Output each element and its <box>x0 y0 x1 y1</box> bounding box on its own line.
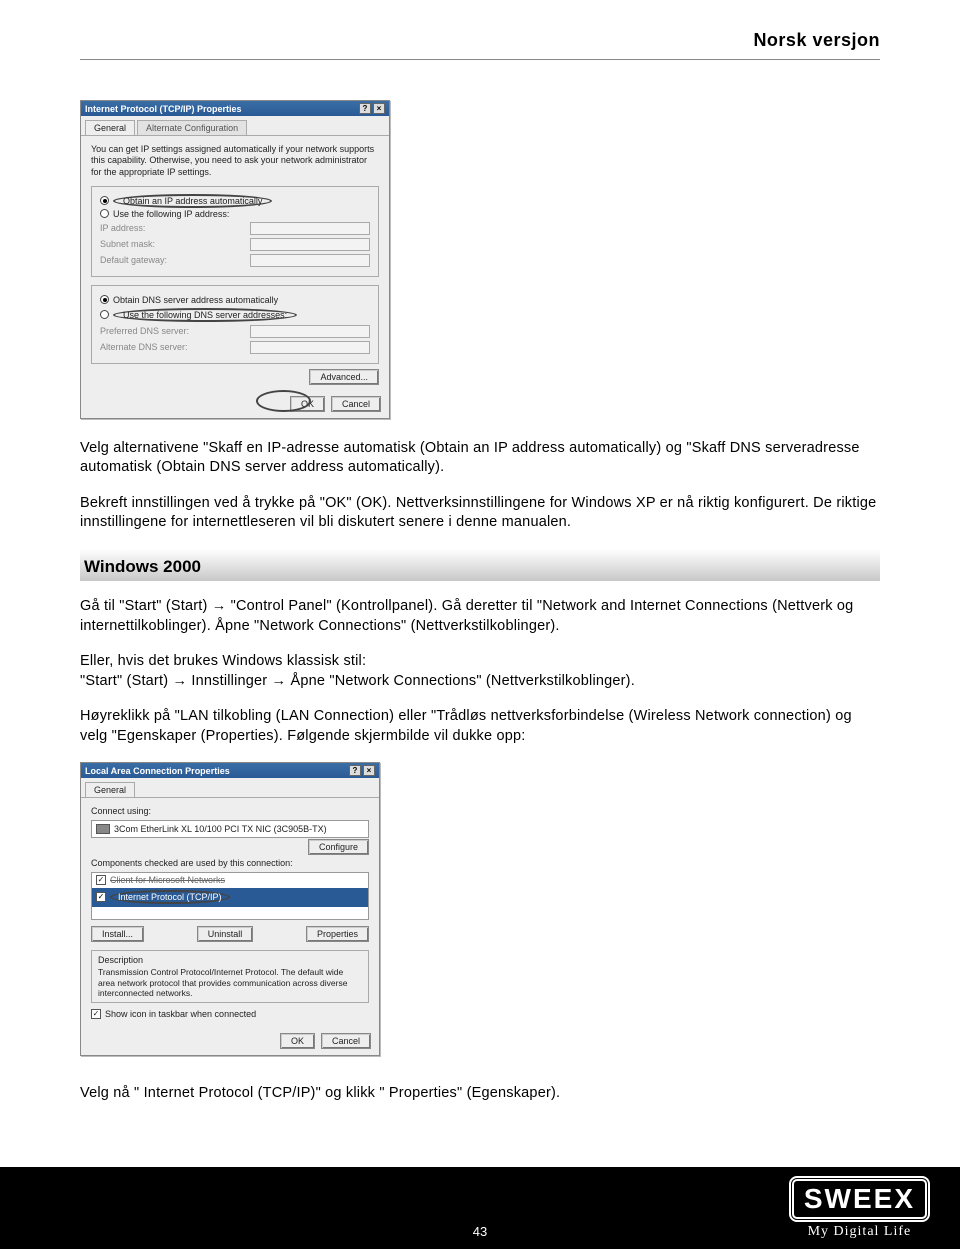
radio-icon <box>100 196 109 205</box>
checkbox-icon[interactable]: ✓ <box>96 892 106 902</box>
tcpip-properties-dialog: Internet Protocol (TCP/IP) Properties ? … <box>80 100 390 419</box>
gateway-input <box>250 254 370 267</box>
uninstall-button[interactable]: Uninstall <box>197 926 254 942</box>
alt-dns-input <box>250 341 370 354</box>
pref-dns-input <box>250 325 370 338</box>
advanced-button[interactable]: Advanced... <box>309 369 379 385</box>
properties-button[interactable]: Properties <box>306 926 369 942</box>
page-header: Norsk versjon <box>80 30 880 51</box>
page-footer: SWEEX My Digital Life 43 <box>0 1167 960 1249</box>
tabs: General <box>81 778 379 798</box>
radio-use-ip[interactable]: Use the following IP address: <box>100 209 370 219</box>
logo-main: SWEEX <box>789 1176 930 1222</box>
help-icon[interactable]: ? <box>359 103 371 114</box>
list-item-label: Client for Microsoft Networks <box>110 875 225 885</box>
radio-obtain-ip[interactable]: Obtain an IP address automatically <box>100 196 370 206</box>
install-button[interactable]: Install... <box>91 926 144 942</box>
tab-alternate[interactable]: Alternate Configuration <box>137 120 247 135</box>
close-icon[interactable]: × <box>373 103 385 114</box>
checkbox-icon[interactable]: ✓ <box>91 1009 101 1019</box>
help-icon[interactable]: ? <box>349 765 361 776</box>
nic-icon <box>96 824 110 834</box>
paragraph-2: Bekreft innstillingen ved å trykke på "O… <box>80 494 880 533</box>
nic-name: 3Com EtherLink XL 10/100 PCI TX NIC (3C9… <box>114 824 327 834</box>
header-rule <box>80 59 880 60</box>
paragraph-5: Høyreklikk på "LAN tilkobling (LAN Conne… <box>80 707 880 746</box>
tab-general[interactable]: General <box>85 120 135 135</box>
intro-text: You can get IP settings assigned automat… <box>91 144 379 178</box>
description-head: Description <box>98 955 362 965</box>
show-icon-checkbox[interactable]: ✓ Show icon in taskbar when connected <box>91 1009 369 1019</box>
components-listbox[interactable]: ✓ Client for Microsoft Networks ✓ Intern… <box>91 872 369 920</box>
circled-option: Obtain an IP address automatically <box>113 194 272 208</box>
paragraph-3: Gå til "Start" (Start) → "Control Panel"… <box>80 597 880 636</box>
lan-properties-dialog: Local Area Connection Properties ? × Gen… <box>80 762 380 1056</box>
circled-tcpip: Internet Protocol (TCP/IP) <box>110 890 230 904</box>
list-item[interactable]: ✓ Client for Microsoft Networks <box>92 873 368 888</box>
radio-icon <box>100 310 109 319</box>
paragraph-6: Velg nå " Internet Protocol (TCP/IP)" og… <box>80 1084 880 1104</box>
page-number: 43 <box>0 1224 960 1239</box>
tab-general[interactable]: General <box>85 782 135 797</box>
subnet-label: Subnet mask: <box>100 239 155 249</box>
ok-button[interactable]: OK <box>290 396 325 412</box>
list-item-tcpip[interactable]: ✓ Internet Protocol (TCP/IP) <box>92 888 368 907</box>
dialog-button-row: OK Cancel <box>81 1027 379 1055</box>
radio-icon <box>100 295 109 304</box>
cancel-button[interactable]: Cancel <box>331 396 381 412</box>
subnet-input <box>250 238 370 251</box>
dialog-title: Internet Protocol (TCP/IP) Properties <box>85 104 242 114</box>
configure-button[interactable]: Configure <box>308 839 369 855</box>
tabs: General Alternate Configuration <box>81 116 389 136</box>
checkbox-icon[interactable]: ✓ <box>96 875 106 885</box>
radio-use-dns[interactable]: Use the following DNS server addresses: <box>100 308 370 322</box>
dns-group: Obtain DNS server address automatically … <box>91 285 379 364</box>
cancel-button[interactable]: Cancel <box>321 1033 371 1049</box>
pref-dns-label: Preferred DNS server: <box>100 326 189 336</box>
paragraph-4: Eller, hvis det brukes Windows klassisk … <box>80 652 880 691</box>
gateway-label: Default gateway: <box>100 255 167 265</box>
dialog-titlebar: Local Area Connection Properties ? × <box>81 763 379 778</box>
radio-icon <box>100 209 109 218</box>
description-text: Transmission Control Protocol/Internet P… <box>98 967 362 998</box>
section-heading-win2000: Windows 2000 <box>80 549 880 581</box>
radio-obtain-dns[interactable]: Obtain DNS server address automatically <box>100 295 370 305</box>
paragraph-1: Velg alternativene "Skaff en IP-adresse … <box>80 439 880 478</box>
ip-address-input <box>250 222 370 235</box>
ip-group: Obtain an IP address automatically Use t… <box>91 186 379 277</box>
nic-box: 3Com EtherLink XL 10/100 PCI TX NIC (3C9… <box>91 820 369 838</box>
components-label: Components checked are used by this conn… <box>91 858 369 868</box>
ip-address-label: IP address: <box>100 223 145 233</box>
alt-dns-label: Alternate DNS server: <box>100 342 188 352</box>
ok-button[interactable]: OK <box>280 1033 315 1049</box>
show-icon-label: Show icon in taskbar when connected <box>105 1009 256 1019</box>
description-group: Description Transmission Control Protoco… <box>91 950 369 1003</box>
connect-using-label: Connect using: <box>91 806 369 816</box>
close-icon[interactable]: × <box>363 765 375 776</box>
dialog-button-row: OK Cancel <box>81 390 389 418</box>
dialog-title: Local Area Connection Properties <box>85 766 230 776</box>
dialog-titlebar: Internet Protocol (TCP/IP) Properties ? … <box>81 101 389 116</box>
circled-option-dns: Use the following DNS server addresses: <box>113 308 297 322</box>
